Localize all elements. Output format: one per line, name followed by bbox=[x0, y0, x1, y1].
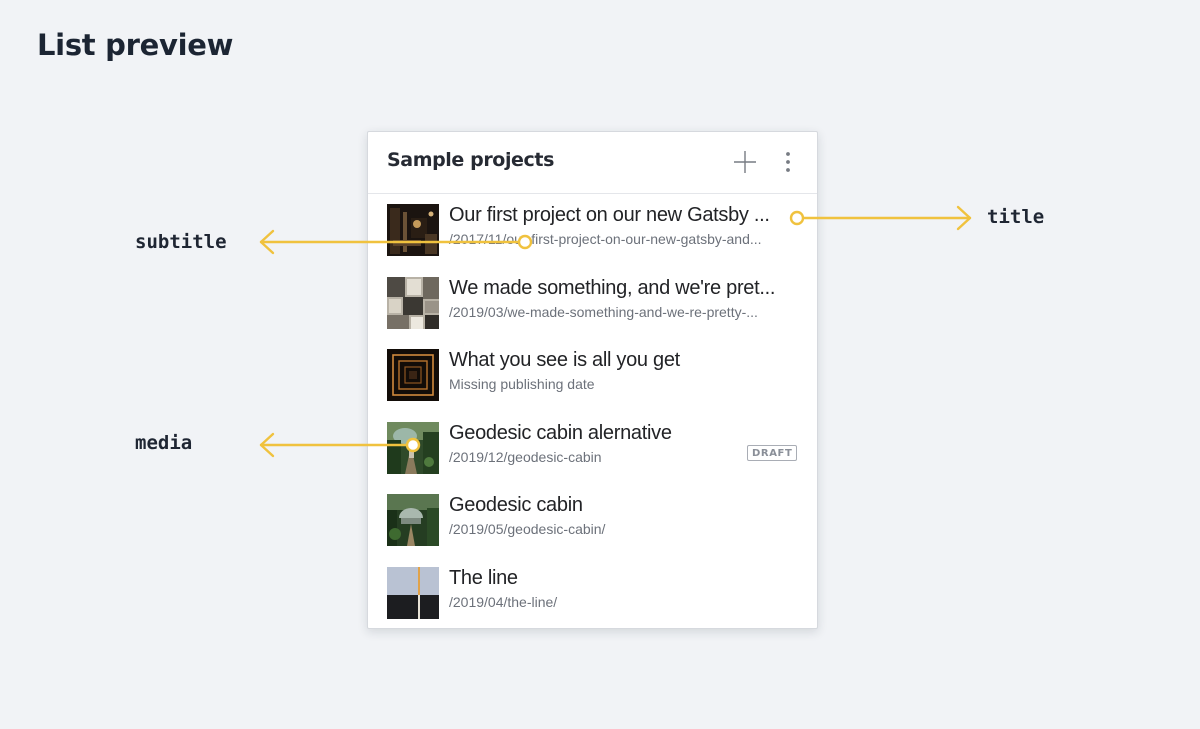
item-subtitle: /2017/11/our-first-project-on-our-new-ga… bbox=[449, 231, 762, 247]
item-subtitle: Missing publishing date bbox=[449, 376, 595, 393]
item-title: We made something, and we're pret... bbox=[449, 276, 776, 299]
item-thumbnail bbox=[387, 421, 439, 474]
item-title: The line bbox=[449, 566, 518, 589]
media-annotation-label: media bbox=[135, 432, 193, 454]
item-title: Geodesic cabin alernative bbox=[449, 421, 672, 444]
list-item[interactable]: Our first project on our new Gatsby ... … bbox=[368, 194, 817, 267]
item-thumbnail bbox=[387, 494, 439, 547]
project-list: Our first project on our new Gatsby ... … bbox=[368, 194, 817, 628]
page-title: List preview bbox=[37, 28, 234, 62]
item-thumbnail bbox=[387, 204, 439, 256]
item-subtitle: /2019/03/we-made-something-and-we-re-pre… bbox=[449, 303, 758, 320]
item-thumbnail bbox=[387, 349, 439, 402]
item-title: Our first project on our new Gatsby ... bbox=[449, 204, 770, 226]
item-subtitle: /2019/05/geodesic-cabin/ bbox=[449, 521, 606, 538]
draft-badge: DRAFT bbox=[747, 444, 798, 461]
list-item[interactable]: The line /2019/04/the-line/ bbox=[368, 557, 817, 628]
plus-icon bbox=[734, 151, 756, 173]
vertical-ellipsis-icon bbox=[786, 152, 790, 172]
item-thumbnail bbox=[387, 566, 439, 619]
list-item[interactable]: Geodesic cabin alernative /2019/12/geode… bbox=[368, 412, 817, 485]
item-subtitle: /2019/04/the-line/ bbox=[449, 593, 558, 610]
add-button[interactable] bbox=[731, 148, 759, 176]
subtitle-annotation-label: subtitle bbox=[135, 231, 227, 253]
item-title: What you see is all you get bbox=[449, 349, 680, 372]
panel-header: Sample projects bbox=[368, 132, 817, 194]
item-title: Geodesic cabin bbox=[449, 494, 583, 517]
title-annotation-label: title bbox=[987, 206, 1045, 228]
list-item[interactable]: We made something, and we're pret... /20… bbox=[368, 267, 817, 340]
item-thumbnail bbox=[387, 276, 439, 329]
list-item[interactable]: What you see is all you get Missing publ… bbox=[368, 339, 817, 412]
list-item[interactable]: Geodesic cabin /2019/05/geodesic-cabin/ bbox=[368, 484, 817, 557]
list-preview-panel: Sample projects Our first project on our… bbox=[367, 131, 818, 629]
panel-title: Sample projects bbox=[387, 149, 554, 171]
item-subtitle: /2019/12/geodesic-cabin bbox=[449, 448, 602, 465]
more-menu-button[interactable] bbox=[774, 148, 802, 176]
